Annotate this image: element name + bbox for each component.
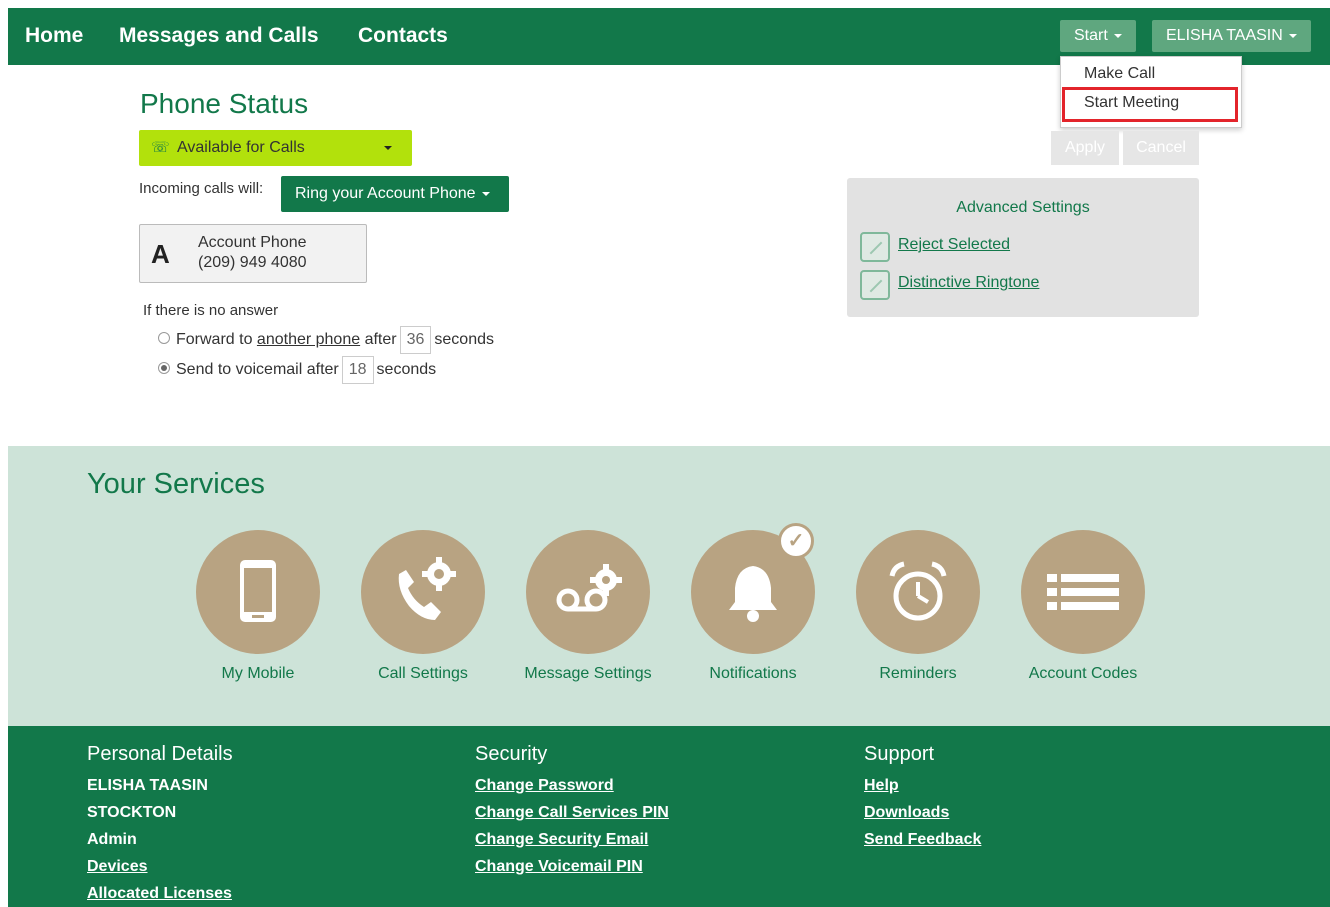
caret-down-icon	[384, 146, 392, 150]
start-label: Start	[1074, 27, 1108, 44]
apply-button[interactable]: Apply	[1051, 131, 1119, 165]
devices-link[interactable]: Devices	[87, 853, 233, 880]
personal-name: ELISHA TAASIN	[87, 777, 208, 794]
phone-icon: ☏	[151, 139, 170, 156]
advanced-settings-title: Advanced Settings	[956, 199, 1090, 216]
page-title: Phone Status	[140, 88, 309, 119]
caret-down-icon	[1113, 33, 1122, 38]
footer-heading: Security	[475, 743, 548, 765]
edit-icon	[860, 232, 890, 262]
footer-heading: Support	[864, 743, 935, 765]
alarm-clock-icon	[889, 561, 947, 621]
distinctive-ringtone-link[interactable]: Distinctive Ringtone	[898, 274, 1039, 292]
availability-label: Available for Calls	[177, 139, 305, 156]
availability-dropdown[interactable]: ☏ Available for Calls	[139, 130, 412, 166]
forward-after: after	[364, 331, 397, 348]
ring-option-label: Ring your Account Phone	[295, 185, 476, 202]
ring-option-dropdown[interactable]: Ring your Account Phone	[281, 176, 509, 212]
reject-selected-link[interactable]: Reject Selected	[898, 236, 1010, 254]
app-frame: Home Messages and Calls Contacts Start E…	[8, 8, 1330, 907]
menu-item-make-call[interactable]: Make Call	[1084, 65, 1155, 83]
footer-support: Support Help Downloads Send Feedback	[864, 743, 981, 853]
highlight-box	[1062, 87, 1238, 122]
cancel-button[interactable]: Cancel	[1123, 131, 1199, 165]
footer-security: Security Change Password Change Call Ser…	[475, 743, 669, 880]
downloads-link[interactable]: Downloads	[864, 799, 981, 826]
seconds-label: seconds	[434, 331, 494, 348]
advanced-settings-panel: Advanced Settings Reject Selected Distin…	[847, 178, 1199, 317]
caret-down-icon	[1288, 33, 1297, 38]
edit-icon	[860, 270, 890, 300]
footer-personal-details: Personal Details ELISHA TAASIN STOCKTON …	[87, 743, 233, 907]
send-feedback-link[interactable]: Send Feedback	[864, 826, 981, 853]
account-number: (209) 949 4080	[198, 254, 307, 271]
user-name: ELISHA TAASIN	[1166, 27, 1283, 44]
account-name: Account Phone	[198, 234, 307, 251]
forward-prefix: Forward to	[176, 331, 253, 348]
personal-role: Admin	[87, 831, 137, 848]
checked-badge-icon: ✓	[778, 523, 814, 559]
forward-option: Forward to another phone after 36 seconds	[158, 326, 494, 354]
services-section: Your Services My Mobile Call Settings Me…	[8, 446, 1330, 726]
phone-gear-icon	[398, 557, 456, 620]
nav-contacts[interactable]: Contacts	[358, 24, 448, 48]
service-label: Notifications	[709, 665, 797, 682]
footer-heading: Personal Details	[87, 743, 233, 765]
service-label: Message Settings	[524, 665, 652, 682]
voicemail-seconds-input[interactable]: 18	[341, 356, 374, 384]
footer: Personal Details ELISHA TAASIN STOCKTON …	[8, 726, 1330, 907]
services-title: Your Services	[87, 468, 265, 500]
nav-messages-and-calls[interactable]: Messages and Calls	[119, 24, 319, 48]
change-call-services-pin-link[interactable]: Change Call Services PIN	[475, 799, 669, 826]
personal-location: STOCKTON	[87, 804, 177, 821]
nav-home[interactable]: Home	[25, 24, 83, 48]
caret-down-icon	[481, 191, 490, 196]
incoming-calls-label: Incoming calls will:	[139, 180, 264, 197]
forward-seconds-input[interactable]: 36	[399, 326, 432, 354]
service-label: My Mobile	[221, 665, 295, 682]
service-label: Reminders	[879, 665, 957, 682]
account-letter: A	[151, 239, 170, 269]
voicemail-option: Send to voicemail after 18 seconds	[158, 356, 436, 384]
another-phone-link[interactable]: another phone	[257, 331, 360, 348]
allocated-licenses-link[interactable]: Allocated Licenses	[87, 880, 233, 907]
voicemail-radio[interactable]	[158, 361, 170, 374]
help-link[interactable]: Help	[864, 772, 981, 799]
account-phone-card[interactable]: A Account Phone (209) 949 4080	[139, 224, 367, 283]
change-password-link[interactable]: Change Password	[475, 772, 669, 799]
voicemail-gear-icon	[556, 564, 622, 612]
change-voicemail-pin-link[interactable]: Change Voicemail PIN	[475, 853, 669, 880]
no-answer-label: If there is no answer	[143, 302, 279, 319]
user-menu-button[interactable]: ELISHA TAASIN	[1152, 20, 1311, 52]
seconds-label: seconds	[376, 361, 437, 378]
service-label: Account Codes	[1028, 665, 1138, 682]
list-icon	[1047, 574, 1119, 610]
service-label: Call Settings	[378, 665, 468, 682]
mobile-phone-icon	[240, 560, 276, 622]
forward-radio[interactable]	[158, 331, 170, 344]
change-security-email-link[interactable]: Change Security Email	[475, 826, 669, 853]
start-menu-button[interactable]: Start	[1060, 20, 1136, 52]
voicemail-prefix: Send to voicemail after	[176, 361, 339, 378]
